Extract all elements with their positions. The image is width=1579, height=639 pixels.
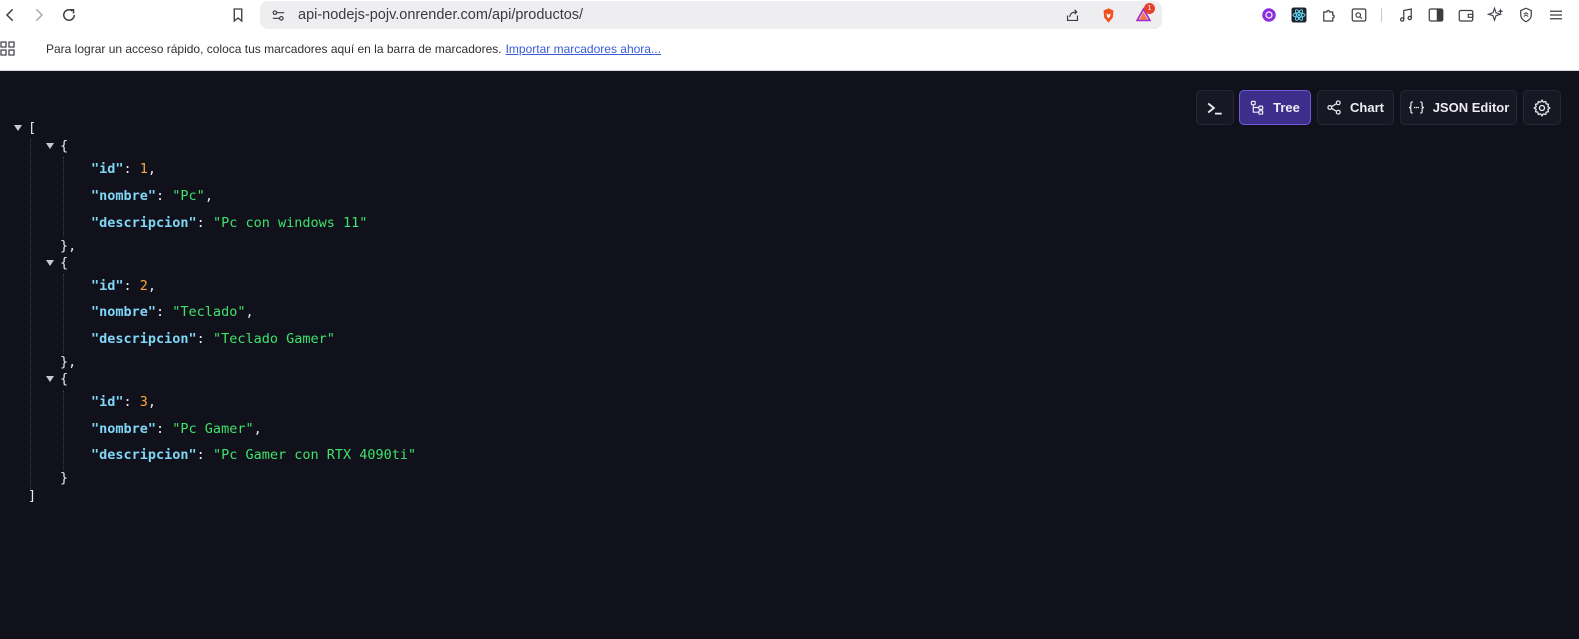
brave-shields-icon[interactable]: [1099, 6, 1117, 24]
key-nombre: "nombre": [91, 304, 157, 320]
value-descripcion: "Teclado Gamer": [212, 331, 335, 347]
collapse-item-arrow-icon[interactable]: [45, 374, 55, 384]
collapse-item-arrow-icon[interactable]: [45, 258, 55, 268]
value-descripcion: "Pc con windows 11": [212, 215, 368, 231]
bookmarks-bar: Para lograr un acceso rápido, coloca tus…: [0, 36, 1579, 62]
collapse-item-arrow-icon[interactable]: [45, 141, 55, 151]
key-descripcion: "descripcion": [91, 447, 197, 463]
key-nombre: "nombre": [91, 421, 157, 437]
value-id: 3: [139, 394, 148, 410]
root-open-bracket: [: [28, 120, 37, 136]
rewards-badge: 1: [1144, 3, 1155, 14]
browser-chrome: api-nodejs-pojv.onrender.com/api/product…: [0, 0, 1579, 71]
key-nombre: "nombre": [91, 188, 157, 204]
bookmarks-hint-text: Para lograr un acceso rápido, coloca tus…: [46, 42, 502, 56]
chevron-left-icon: [5, 9, 13, 21]
value-nombre: "Teclado": [172, 304, 246, 320]
key-descripcion: "descripcion": [91, 331, 197, 347]
object-open-brace: {: [60, 255, 69, 271]
json-row-nombre: "nombre": "Pc Gamer",: [91, 421, 262, 437]
sidebar-toggle-icon[interactable]: [1426, 5, 1446, 25]
url-text[interactable]: api-nodejs-pojv.onrender.com/api/product…: [298, 7, 583, 23]
terminal-button[interactable]: [1196, 90, 1234, 125]
share-icon[interactable]: [1063, 6, 1081, 24]
gear-icon: [1533, 98, 1551, 117]
reload-button[interactable]: [57, 3, 81, 27]
json-row-id: "id": 1,: [91, 161, 157, 177]
reader-mode-icon[interactable]: [1349, 5, 1369, 25]
chart-label: Chart: [1350, 100, 1384, 115]
leo-ai-icon[interactable]: [1486, 5, 1506, 25]
forward-button[interactable]: [27, 3, 51, 27]
key-id: "id": [91, 161, 124, 177]
key-id: "id": [91, 278, 124, 294]
vpn-shield-icon[interactable]: [1516, 5, 1536, 25]
media-music-icon[interactable]: [1396, 5, 1416, 25]
json-row-descripcion: "descripcion": "Pc Gamer con RTX 4090ti": [91, 447, 417, 463]
collapse-root-arrow-icon[interactable]: [13, 123, 23, 133]
toolbar-divider: [1381, 8, 1382, 22]
bookmarks-message: Para lograr un acceso rápido, coloca tus…: [46, 42, 661, 56]
tree-icon: [1250, 100, 1264, 115]
indent-guide: [63, 274, 64, 354]
extensions-puzzle-icon[interactable]: [1319, 5, 1339, 25]
json-editor-button[interactable]: JSON Editor: [1400, 90, 1517, 125]
tree-view-button[interactable]: Tree: [1239, 90, 1311, 125]
chevron-right-icon: [36, 9, 44, 21]
value-id: 1: [139, 161, 148, 177]
root-close-bracket: ]: [28, 488, 37, 504]
main-menu-icon[interactable]: [1546, 5, 1566, 25]
object-open-brace: {: [60, 371, 69, 387]
site-settings-icon[interactable]: [269, 6, 287, 24]
json-row-nombre: "nombre": "Pc",: [91, 188, 213, 204]
chart-nodes-icon: [1327, 100, 1341, 115]
bookmark-icon: [233, 8, 243, 23]
apps-grid-icon[interactable]: [0, 41, 16, 57]
terminal-icon: [1207, 102, 1222, 115]
json-row-id: "id": 2,: [91, 278, 157, 294]
address-bar[interactable]: api-nodejs-pojv.onrender.com/api/product…: [260, 1, 1162, 29]
settings-button[interactable]: [1523, 90, 1561, 125]
json-editor-label: JSON Editor: [1432, 100, 1510, 115]
object-open-brace: {: [60, 138, 69, 154]
json-row-descripcion: "descripcion": "Teclado Gamer": [91, 331, 335, 347]
reload-icon: [63, 8, 75, 21]
import-bookmarks-link[interactable]: Importar marcadores ahora...: [506, 42, 661, 56]
value-nombre: "Pc Gamer": [172, 421, 254, 437]
indent-guide: [63, 390, 64, 470]
value-id: 2: [139, 278, 148, 294]
indent-guide: [63, 157, 64, 237]
extension-purple-icon[interactable]: [1259, 5, 1279, 25]
value-nombre: "Pc": [172, 188, 205, 204]
react-devtools-icon[interactable]: [1289, 5, 1309, 25]
wallet-icon[interactable]: [1456, 5, 1476, 25]
key-id: "id": [91, 394, 124, 410]
json-row-descripcion: "descripcion": "Pc con windows 11": [91, 215, 368, 231]
bookmark-page-button[interactable]: [226, 3, 250, 27]
object-close-brace: },: [60, 238, 77, 254]
tree-label: Tree: [1273, 100, 1300, 115]
json-row-nombre: "nombre": "Teclado",: [91, 304, 254, 320]
indent-guide: [30, 139, 31, 491]
chart-view-button[interactable]: Chart: [1317, 90, 1394, 125]
json-row-id: "id": 3,: [91, 394, 157, 410]
back-button[interactable]: [0, 3, 22, 27]
object-close-brace: },: [60, 354, 77, 370]
braces-icon: [1408, 101, 1424, 114]
value-descripcion: "Pc Gamer con RTX 4090ti": [212, 447, 417, 463]
object-close-brace: }: [60, 470, 69, 486]
key-descripcion: "descripcion": [91, 215, 197, 231]
